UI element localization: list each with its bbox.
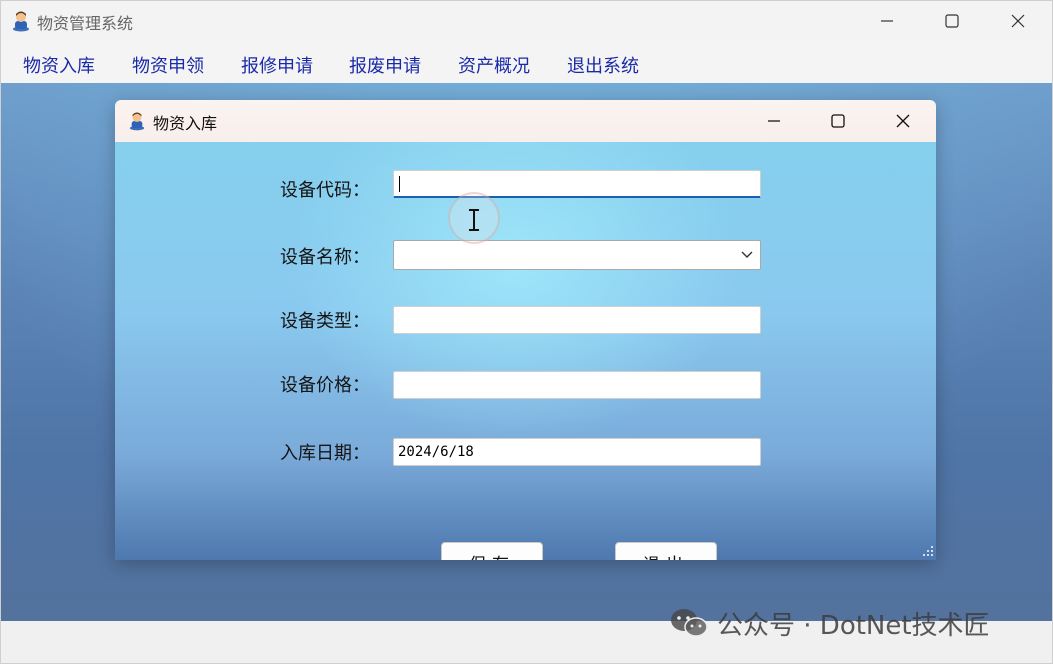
menu-item-scrap-request[interactable]: 报废申请 — [349, 52, 421, 78]
menu-bar: 物资入库 物资申领 报修申请 报废申请 资产概况 退出系统 — [1, 41, 1052, 83]
close-button[interactable] — [990, 1, 1046, 41]
dialog-titlebar[interactable]: 物资入库 — [115, 100, 936, 142]
user-app-icon — [129, 112, 145, 131]
equipment-price-input[interactable] — [393, 371, 761, 399]
minimize-icon — [881, 20, 893, 22]
stock-in-date-value: 2024/6/18 — [398, 444, 474, 460]
equipment-code-label: 设备代码： — [280, 180, 370, 201]
window-title: 物资管理系统 — [37, 14, 134, 33]
dialog-body: 设备代码： 设备名称： 设备类型： 设备价格： 入库日期： 2024/6/18 — [115, 142, 936, 560]
text-caret — [399, 176, 400, 192]
equipment-price-label: 设备价格： — [280, 375, 370, 396]
dialog-minimize-button[interactable] — [746, 100, 802, 142]
close-icon — [896, 114, 910, 128]
dialog-title: 物资入库 — [153, 114, 218, 133]
main-titlebar[interactable]: 物资管理系统 — [1, 1, 1052, 41]
menu-item-repair-request[interactable]: 报修申请 — [241, 52, 313, 78]
dialog-close-button[interactable] — [875, 100, 931, 142]
maximize-icon — [945, 14, 959, 28]
resize-grip-icon[interactable] — [922, 545, 934, 557]
equipment-type-label: 设备类型： — [280, 311, 370, 332]
main-window: 物资管理系统 物资入库 物资申领 报修申请 报废申请 资产概况 退出系统 物资入… — [0, 0, 1053, 664]
minimize-button[interactable] — [859, 1, 915, 41]
save-button[interactable]: 保存 — [441, 542, 543, 560]
menu-item-stock-in[interactable]: 物资入库 — [23, 52, 95, 78]
chevron-down-icon[interactable] — [741, 248, 753, 260]
menu-item-asset-overview[interactable]: 资产概况 — [458, 52, 530, 78]
user-app-icon — [13, 11, 29, 32]
ibeam-cursor-icon — [469, 209, 479, 231]
menu-item-requisition[interactable]: 物资申领 — [132, 52, 204, 78]
exit-button[interactable]: 退出 — [615, 542, 717, 560]
stock-in-dialog: 物资入库 设备代码： 设备名称： 设备类型： 设备价格： 入库日期： 2024/… — [115, 100, 936, 560]
stock-in-date-input[interactable]: 2024/6/18 — [393, 438, 761, 466]
minimize-icon — [768, 120, 780, 122]
stock-in-date-label: 入库日期： — [280, 443, 370, 464]
watermark: 公众号 · DotNet技术匠 — [669, 605, 990, 641]
maximize-icon — [831, 114, 845, 128]
wechat-icon — [671, 609, 708, 637]
equipment-name-combobox[interactable] — [393, 240, 761, 270]
menu-item-exit-system[interactable]: 退出系统 — [567, 52, 639, 78]
maximize-button[interactable] — [924, 1, 980, 41]
equipment-type-input[interactable] — [393, 306, 761, 334]
watermark-text: 公众号 · DotNet技术匠 — [717, 610, 990, 641]
dialog-maximize-button[interactable] — [810, 100, 866, 142]
close-icon — [1011, 14, 1025, 28]
equipment-name-label: 设备名称： — [280, 247, 370, 268]
equipment-code-input[interactable] — [393, 170, 761, 198]
